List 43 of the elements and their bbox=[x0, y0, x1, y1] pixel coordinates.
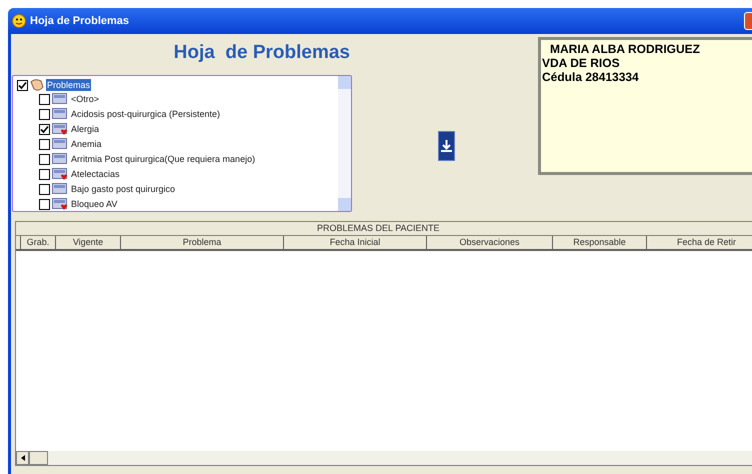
checkbox[interactable] bbox=[39, 154, 50, 165]
checkbox[interactable] bbox=[39, 94, 50, 105]
column-header[interactable]: Vigente bbox=[56, 236, 121, 249]
tree-item[interactable]: Bajo gasto post quirurgico bbox=[71, 182, 176, 196]
checkbox[interactable] bbox=[39, 109, 50, 120]
checkbox[interactable] bbox=[39, 199, 50, 210]
horizontal-scrollbar[interactable] bbox=[16, 451, 752, 465]
column-header[interactable]: Grab. bbox=[21, 236, 56, 249]
tree-item[interactable]: Arritmia Post quirurgica(Que requiera manejo) bbox=[71, 152, 256, 166]
checkbox[interactable] bbox=[39, 139, 50, 150]
patient-info-text: MARIA ALBA RODRIGUEZ bbox=[549, 42, 701, 56]
document-icon bbox=[52, 153, 67, 166]
column-header[interactable]: Problema bbox=[121, 236, 284, 249]
download-icon bbox=[440, 139, 452, 153]
column-header[interactable]: Responsable bbox=[553, 236, 647, 249]
document-icon bbox=[52, 183, 67, 196]
tree-item[interactable]: Problemas bbox=[46, 79, 92, 91]
patient-info-text: VDA DE RIOS bbox=[542, 56, 621, 70]
checkbox[interactable] bbox=[39, 124, 50, 135]
tree-item[interactable]: Bloqueo AV bbox=[71, 198, 118, 211]
tree-item[interactable]: Atelectacias bbox=[71, 168, 120, 182]
document-icon bbox=[52, 108, 67, 121]
left-arrow-icon bbox=[20, 455, 24, 461]
checkbox[interactable] bbox=[39, 184, 50, 195]
tree-item[interactable]: Anemia bbox=[71, 138, 102, 152]
scrollbar[interactable] bbox=[338, 76, 351, 211]
tree-item[interactable]: Acidosis post-quirurgica (Persistente) bbox=[71, 108, 220, 122]
window-title: Hoja de Problemas bbox=[30, 14, 130, 29]
checkbox[interactable] bbox=[17, 80, 28, 90]
column-header[interactable]: Fecha Inicial bbox=[284, 236, 427, 249]
page-heading: Hoja de Problemas bbox=[174, 40, 350, 65]
column-header[interactable]: Observaciones bbox=[427, 236, 553, 249]
tree-item[interactable]: <Otro> bbox=[71, 92, 100, 106]
smiley-icon bbox=[12, 14, 26, 28]
scroll-thumb[interactable] bbox=[29, 451, 48, 465]
download-button[interactable] bbox=[438, 131, 454, 161]
document-icon bbox=[52, 93, 67, 106]
checkbox[interactable] bbox=[39, 169, 50, 180]
grid-caption: PROBLEMAS DEL PACIENTE bbox=[16, 222, 752, 236]
patient-info-text: Cédula 28413334 bbox=[542, 70, 640, 84]
document-icon bbox=[52, 138, 67, 151]
column-header[interactable]: Fecha de Retir bbox=[647, 236, 752, 249]
tree-item[interactable]: Alergia bbox=[71, 122, 100, 136]
